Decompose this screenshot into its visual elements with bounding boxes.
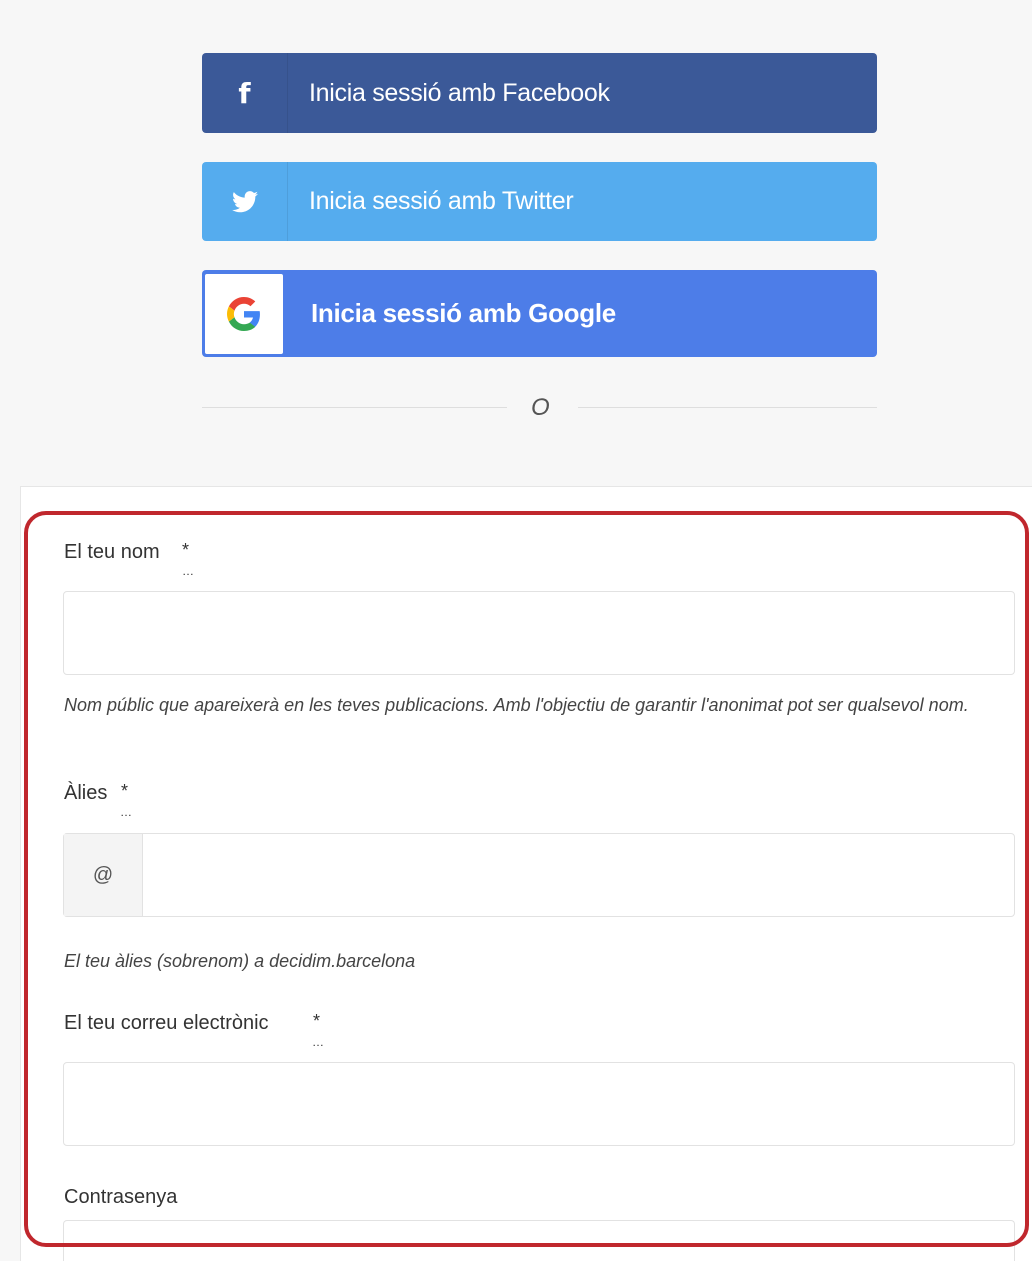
alias-at-prefix: @ [64,834,143,916]
google-login-button[interactable]: Inicia sessió amb Google [202,270,877,357]
alias-required-dots: … [120,805,132,819]
google-login-label: Inicia sessió amb Google [311,298,616,328]
facebook-login-button[interactable]: f Inicia sessió amb Facebook [202,53,877,133]
alias-required-mark: * [121,781,129,801]
name-input[interactable] [63,591,1015,675]
name-help-text: Nom públic que apareixerà en les teves p… [64,695,969,715]
facebook-f-icon: f [238,76,251,110]
name-required-mark: * [182,540,190,560]
facebook-icon-box: f [202,53,288,133]
name-required-dots: … [182,564,194,578]
google-icon-box [205,273,283,354]
email-required-mark: * [313,1011,321,1031]
divider-or-text: O [531,394,550,421]
divider-line-left [202,407,507,408]
alias-help-text: El teu àlies (sobrenom) a decidim.barcel… [64,951,416,971]
password-label: Contrasenya [64,1186,178,1208]
name-label: El teu nom [64,541,160,563]
alias-label: Àlies [64,782,108,804]
email-required-dots: … [312,1035,324,1049]
email-input[interactable] [63,1062,1015,1146]
twitter-icon-box [202,162,288,241]
alias-input[interactable] [143,834,1014,916]
twitter-bird-icon [231,190,258,212]
password-input[interactable] [63,1220,1015,1261]
email-label: El teu correu electrònic [64,1012,269,1034]
twitter-login-label: Inicia sessió amb Twitter [309,187,574,215]
google-g-icon [227,296,260,331]
twitter-login-button[interactable]: Inicia sessió amb Twitter [202,162,877,241]
alias-input-group: @ [63,833,1015,917]
facebook-login-label: Inicia sessió amb Facebook [309,78,610,107]
divider-line-right [578,407,877,408]
